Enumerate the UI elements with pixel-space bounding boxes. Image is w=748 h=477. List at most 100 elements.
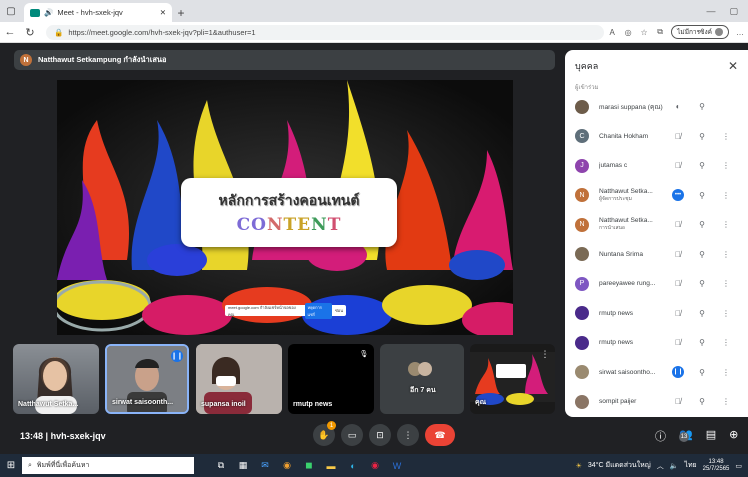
speaking-indicator-icon[interactable]: ••• — [672, 189, 684, 202]
leave-call-button[interactable]: ☎ — [425, 424, 455, 446]
more-icon[interactable]: ⋮ — [720, 220, 732, 229]
participant-tile-speaking[interactable]: ❙❙ sirwat saisoonth... — [105, 344, 189, 414]
pin-icon[interactable]: ⚲ — [696, 250, 708, 259]
people-icon[interactable]: 👥13 — [679, 428, 693, 451]
new-tab-button[interactable]: + — [172, 6, 190, 20]
back-icon[interactable]: ← — [0, 26, 20, 38]
more-icon[interactable]: ⋮ — [720, 397, 732, 406]
pin-icon[interactable]: ⚲ — [696, 309, 708, 318]
stop-sharing-button[interactable]: หยุดการแชร์ — [304, 302, 333, 319]
mail-icon[interactable]: ✉ — [254, 454, 276, 477]
mic-off-icon[interactable]: 🎙̸ — [672, 338, 684, 347]
word-icon[interactable]: W — [386, 454, 408, 477]
volume-icon[interactable]: 🔈 — [670, 462, 679, 470]
collections-icon[interactable]: ⧉ — [652, 27, 668, 37]
browser-tab-bar: ▢ 🔊 Meet - hvh-sxek-jqv ✕ + — ▢ — [0, 0, 748, 22]
url-field[interactable]: 🔒 https://meet.google.com/hvh-sxek-jqv?p… — [46, 24, 605, 40]
more-icon[interactable]: ⋮ — [720, 309, 732, 318]
mic-off-icon[interactable]: ❙❙ — [672, 366, 684, 379]
participant-name: Nuntana Srima — [599, 250, 643, 258]
more-participants-tile[interactable]: อีก 7 คน — [380, 344, 464, 414]
taskbar-search[interactable]: ⌕ พิมพ์ที่นี่เพื่อค้นหา — [22, 457, 194, 474]
participant-row[interactable]: sirwat saisoontho... ❙❙ ⚲ ⋮ — [565, 358, 748, 388]
chevron-up-icon[interactable]: ︿ — [657, 461, 664, 471]
more-icon[interactable]: ⋮ — [720, 338, 732, 347]
tracking-icon[interactable]: ◎ — [620, 28, 636, 37]
mic-off-icon[interactable]: 🎙̸ — [672, 397, 684, 406]
participant-row[interactable]: marasi suppana (คุณ) ◐ ⚲ — [565, 92, 748, 122]
file-explorer-icon[interactable]: ▬ — [320, 454, 342, 477]
participant-row[interactable]: rmutp news 🎙̸ ⚲ ⋮ — [565, 299, 748, 329]
pin-icon[interactable]: ⚲ — [696, 279, 708, 288]
mic-off-icon[interactable]: 🎙̸ — [672, 309, 684, 318]
pin-icon[interactable]: ⚲ — [696, 220, 708, 229]
more-icon[interactable]: ⋮ — [720, 250, 732, 259]
more-icon[interactable]: ⋮ — [720, 191, 732, 200]
pin-icon[interactable]: ⚲ — [696, 397, 708, 406]
pin-icon[interactable]: ⚲ — [696, 338, 708, 347]
line-icon[interactable]: ◼ — [298, 454, 320, 477]
windows-start-icon[interactable]: ⊞ — [0, 460, 22, 471]
mic-off-icon[interactable]: 🎙̸ — [672, 220, 684, 229]
more-icon[interactable]: ⋮ — [720, 368, 732, 377]
mic-off-icon[interactable]: 🎙̸ — [672, 250, 684, 259]
mic-off-icon[interactable]: 🎙̸ — [672, 132, 684, 141]
favorites-icon[interactable]: ☆ — [636, 28, 652, 37]
stacked-avatars — [408, 362, 432, 376]
hide-button[interactable]: ซ่อน — [335, 307, 343, 314]
participant-row[interactable]: Nuntana Srima 🎙̸ ⚲ ⋮ — [565, 240, 748, 270]
chat-icon[interactable]: ▤ — [706, 428, 716, 451]
clock[interactable]: 13:48 25/7/2565 — [703, 459, 730, 473]
mic-off-icon[interactable]: 🎙̸ — [672, 279, 684, 288]
maximize-icon[interactable]: ▢ — [729, 6, 738, 17]
pin-icon[interactable]: ⚲ — [696, 161, 708, 170]
pin-icon[interactable]: ⚲ — [696, 368, 708, 377]
close-tab-icon[interactable]: ✕ — [160, 8, 166, 17]
participant-row[interactable]: N Natthawut Setka... ผู้จัดการประชุม ••• ⚲ ⋮ — [565, 181, 748, 211]
meeting-details-icon[interactable]: ⓘ — [655, 428, 666, 451]
profile-button[interactable]: ไม่มีการซิงค์ — [671, 25, 729, 39]
participant-row[interactable]: Jjutamas c 🎙̸ ⚲ ⋮ — [565, 151, 748, 181]
browser-tab[interactable]: 🔊 Meet - hvh-sxek-jqv ✕ — [24, 3, 172, 22]
participant-row[interactable]: rmutp news 🎙̸ ⚲ ⋮ — [565, 328, 748, 358]
pin-icon[interactable]: ⚲ — [696, 102, 708, 111]
participant-row[interactable]: Ppareeyawee rung... 🎙̸ ⚲ ⋮ — [565, 269, 748, 299]
more-icon[interactable]: … — [732, 28, 748, 37]
participant-row[interactable]: sompit paijer 🎙̸ ⚲ ⋮ — [565, 387, 748, 417]
self-view-tile[interactable]: ⋮ คุณ — [470, 344, 555, 414]
present-button[interactable]: ⊡ — [369, 424, 391, 446]
more-options-button[interactable]: ⋮ — [397, 424, 419, 446]
more-icon[interactable]: ⋮ — [720, 161, 732, 170]
notifications-icon[interactable]: ▭ — [735, 462, 742, 470]
read-aloud-icon[interactable]: A — [604, 28, 620, 37]
participant-tile[interactable]: Natthawut Setka... — [13, 344, 99, 414]
edge-icon[interactable]: ◐ — [342, 454, 364, 477]
mic-off-icon[interactable]: 🎙̸ — [672, 161, 684, 170]
pin-icon[interactable]: ⚲ — [696, 191, 708, 200]
close-icon[interactable]: ✕ — [728, 59, 738, 73]
pin-icon[interactable]: ⚲ — [696, 132, 708, 141]
participant-tile[interactable]: 🎙 rmutp news — [288, 344, 374, 414]
more-icon[interactable]: ⋮ — [720, 279, 732, 288]
task-view-icon[interactable]: ⧉ — [210, 454, 232, 477]
refresh-icon[interactable]: ↻ — [20, 26, 40, 39]
windows-taskbar: ⊞ ⌕ พิมพ์ที่นี่เพื่อค้นหา ⧉ ▦ ✉ ◉ ◼ ▬ ◐ … — [0, 454, 748, 477]
raise-hand-button[interactable]: ✋ 1 — [313, 421, 336, 446]
more-options-icon[interactable]: ⋮ — [539, 348, 551, 360]
chrome-icon[interactable]: ◉ — [276, 454, 298, 477]
activities-icon[interactable]: ⊕ — [729, 428, 738, 451]
tab-actions-icon[interactable]: ▢ — [0, 0, 22, 22]
participant-row[interactable]: N Natthawut Setka... การนำเสนอ 🎙̸ ⚲ ⋮ — [565, 210, 748, 240]
calendar-icon[interactable]: ▦ — [232, 454, 254, 477]
speaker-icon[interactable]: 🔊 — [44, 8, 53, 17]
word-part-1: CO — [236, 215, 267, 235]
camera-button[interactable]: ▭ — [341, 424, 363, 446]
chrome-app-icon[interactable]: ◉ — [364, 454, 386, 477]
minimize-icon[interactable]: — — [706, 6, 715, 17]
more-icon[interactable]: ⋮ — [720, 132, 732, 141]
language-label[interactable]: ไทย — [684, 460, 696, 471]
participant-tile[interactable]: supansa inoil — [196, 344, 282, 414]
participant-row[interactable]: C Chanita Hokham 🎙̸ ⚲ ⋮ — [565, 122, 748, 152]
mic-level-icon[interactable]: ◐ — [672, 102, 684, 111]
weather-icon[interactable]: ☀ — [576, 462, 582, 470]
